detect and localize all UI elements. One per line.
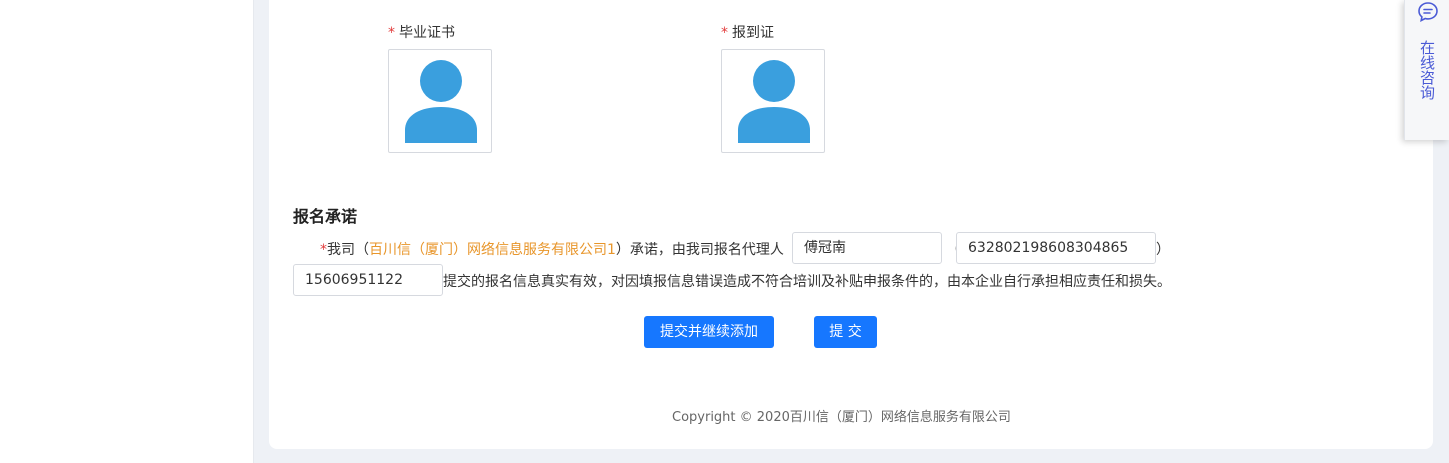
required-mark: * (721, 25, 728, 41)
submit-button[interactable]: 提 交 (814, 316, 877, 348)
company-name: 百川信（厦门）网络信息服务有限公司1 (369, 242, 616, 258)
person-avatar-icon (405, 60, 477, 143)
pledge-title: 报名承诺 (293, 207, 358, 226)
copyright-text: Copyright © 2020百川信（厦门）网络信息服务有限公司 (672, 410, 1011, 425)
pledge-intro: *我司（百川信（厦门）网络信息服务有限公司1）承诺，由我司报名代理人 (320, 239, 784, 259)
person-avatar-icon (738, 60, 810, 143)
pledge-tail-text: 提交的报名信息真实有效，对因填报信息错误造成不符合培训及补贴申报条件的，由本企业… (443, 274, 1171, 290)
online-consult-label: 在线咨询 (1418, 40, 1436, 100)
agent-name-field[interactable]: 傅冠南 (792, 232, 942, 264)
graduation-cert-text: 毕业证书 (399, 25, 455, 41)
report-cert-text: 报到证 (732, 25, 774, 41)
id-number-field[interactable]: 632802198608304865 (956, 232, 1156, 264)
report-cert-label: * 报到证 (721, 22, 774, 42)
graduation-cert-upload[interactable] (388, 49, 492, 153)
report-cert-upload[interactable] (721, 49, 825, 153)
chat-bubble-icon (1418, 2, 1438, 22)
online-consult-widget[interactable]: 在线咨询 (1404, 0, 1449, 140)
required-mark: * (388, 25, 395, 41)
required-mark: * (320, 242, 327, 258)
paren-close: ） (1156, 242, 1170, 258)
pledge-we-text: 我司（ (327, 242, 369, 258)
phone-field[interactable]: 15606951122 (293, 264, 443, 296)
left-sidebar-area (0, 0, 254, 463)
submit-and-continue-button[interactable]: 提交并继续添加 (644, 316, 774, 348)
pledge-promise-text: ）承诺，由我司报名代理人 (615, 242, 784, 258)
graduation-cert-label: * 毕业证书 (388, 22, 455, 42)
